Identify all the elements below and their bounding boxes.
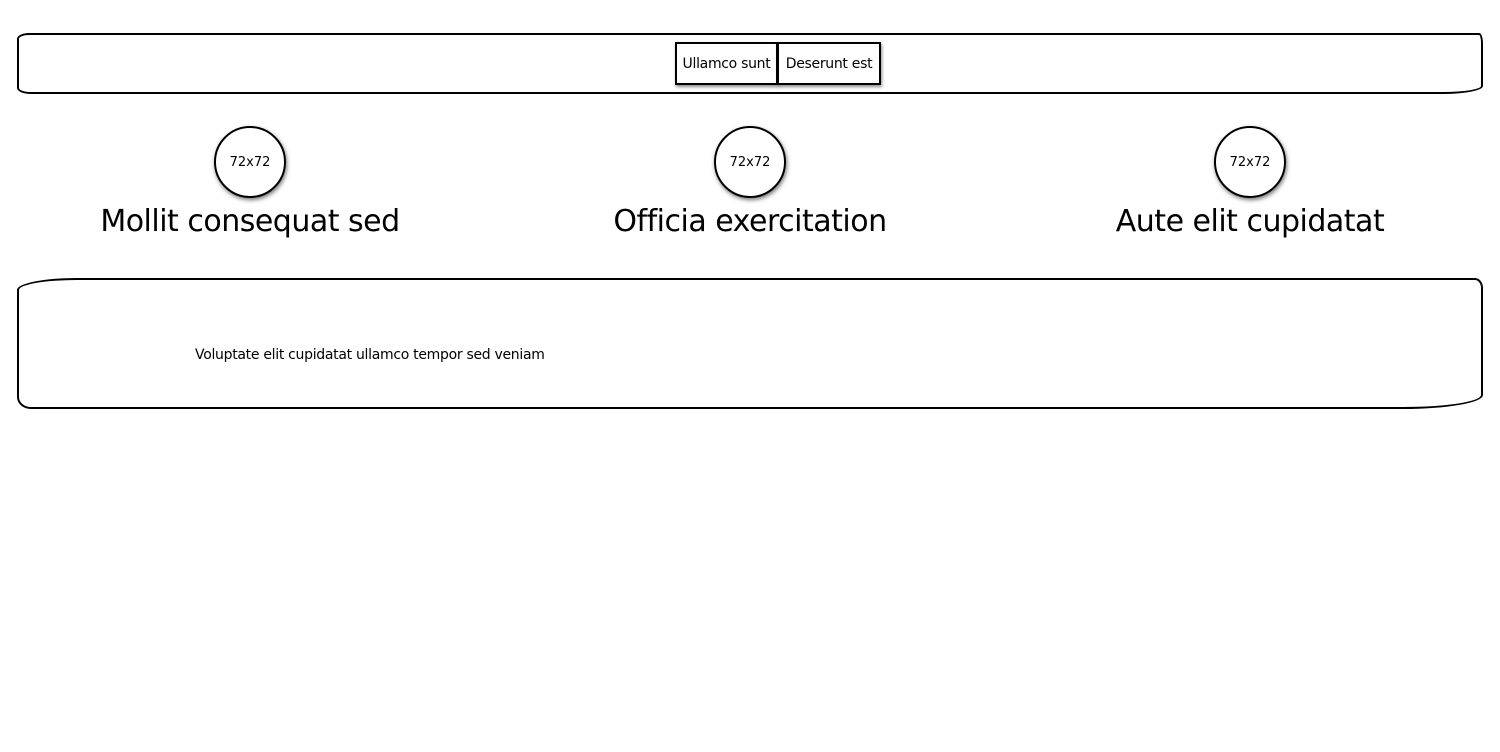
content-panel: Voluptate elit cupidatat ullamco tempor …: [17, 278, 1483, 409]
nav-button-group: Ullamco sunt Deserunt est: [675, 42, 881, 85]
feature-column-3: 72x72 Aute elit cupidatat: [1050, 126, 1450, 244]
feature-title: Mollit consequat sed: [100, 204, 400, 239]
top-navbar: Ullamco sunt Deserunt est: [17, 33, 1483, 94]
feature-title: Aute elit cupidatat: [1115, 204, 1385, 239]
content-text: Voluptate elit cupidatat ullamco tempor …: [195, 347, 545, 363]
feature-image-placeholder: 72x72: [714, 126, 786, 198]
feature-title: Officia exercitation: [613, 204, 887, 239]
nav-button-ullamco-sunt[interactable]: Ullamco sunt: [675, 42, 778, 85]
feature-image-placeholder: 72x72: [214, 126, 286, 198]
nav-button-deserunt-est[interactable]: Deserunt est: [777, 42, 881, 85]
feature-column-1: 72x72 Mollit consequat sed: [50, 126, 450, 244]
feature-column-2: 72x72 Officia exercitation: [550, 126, 950, 244]
feature-image-placeholder: 72x72: [1214, 126, 1286, 198]
